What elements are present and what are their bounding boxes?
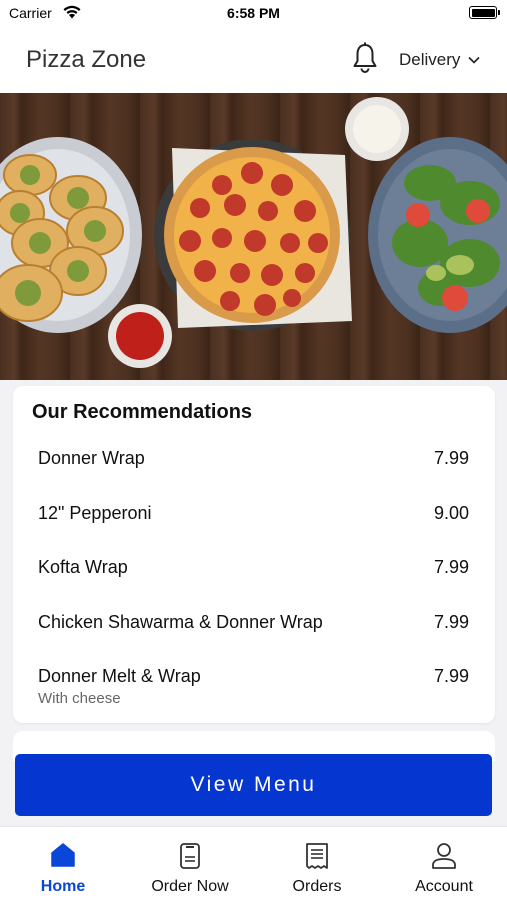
food-illustration <box>0 97 507 368</box>
chevron-down-icon <box>468 56 480 64</box>
tab-home[interactable]: Home <box>0 827 126 900</box>
list-item[interactable]: Chicken Shawarma & Donner Wrap 7.99 <box>13 612 495 662</box>
list-item[interactable]: 12" Pepperoni 9.00 <box>13 503 495 553</box>
item-name: Kofta Wrap <box>38 557 128 577</box>
item-name: Donner Melt & Wrap <box>38 666 201 686</box>
delivery-label: Delivery <box>399 50 461 69</box>
tab-label: Orders <box>292 878 342 895</box>
item-note: With cheese <box>38 690 121 707</box>
item-price: 7.99 <box>433 557 469 577</box>
item-name: 12" Pepperoni <box>38 503 152 523</box>
person-icon <box>432 843 456 869</box>
item-price: 7.99 <box>433 666 469 686</box>
clock: 6:58 PM <box>227 5 280 21</box>
delivery-selector[interactable]: Delivery <box>399 50 480 70</box>
list-item[interactable]: Kofta Wrap 7.99 <box>13 557 495 607</box>
tab-account[interactable]: Account <box>381 827 507 900</box>
status-bar: Carrier 6:58 PM <box>0 0 507 28</box>
home-icon <box>51 843 75 867</box>
tab-order-now[interactable]: Order Now <box>127 827 253 900</box>
recommendations-title: Our Recommendations <box>32 401 253 423</box>
tab-bar: Home Order Now Orders Account <box>0 826 507 900</box>
item-name: Chicken Shawarma & Donner Wrap <box>38 612 323 632</box>
list-item[interactable]: Donner Wrap 7.99 <box>13 448 495 498</box>
item-price: 9.00 <box>433 503 469 523</box>
list-item[interactable]: Donner Melt & Wrap 7.99 With cheese <box>13 666 495 716</box>
receipt-icon <box>306 843 328 869</box>
recommendations-card: Our Recommendations Donner Wrap 7.99 12"… <box>13 386 495 723</box>
order-icon <box>180 843 200 869</box>
tab-orders[interactable]: Orders <box>254 827 380 900</box>
item-price: 7.99 <box>433 448 469 468</box>
view-menu-button[interactable]: View Menu <box>15 754 492 816</box>
bell-icon[interactable] <box>351 42 379 74</box>
item-name: Donner Wrap <box>38 448 145 468</box>
tab-label: Account <box>415 878 473 895</box>
app-header: Pizza Zone Delivery <box>0 28 507 93</box>
page-title: Pizza Zone <box>26 46 147 73</box>
tab-label: Home <box>40 878 86 895</box>
tab-label: Order Now <box>151 878 229 895</box>
hero-image <box>0 93 507 380</box>
item-price: 7.99 <box>433 612 469 632</box>
battery-icon <box>469 6 500 19</box>
